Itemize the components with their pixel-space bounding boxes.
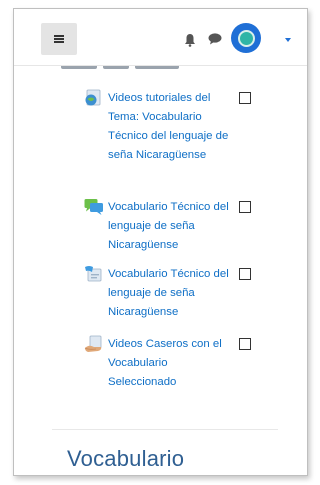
completion-checkbox[interactable] [239, 338, 251, 350]
caret-down-icon[interactable] [285, 38, 291, 42]
activity-link[interactable]: Vocabulario Técnico del lenguaje de seña… [108, 265, 236, 322]
section-title: Vocabulario [67, 446, 185, 471]
section-divider [52, 429, 278, 430]
activity-link[interactable]: Videos Caseros con el Vocabulario Selecc… [108, 335, 236, 392]
chat-bubble-icon[interactable] [208, 33, 222, 45]
completion-checkbox[interactable] [239, 201, 251, 213]
page: Videos tutoriales del Tema: Vocabulario … [0, 0, 320, 485]
bell-icon[interactable] [184, 33, 196, 47]
activity-link[interactable]: Vocabulario Técnico del lenguaje de seña… [108, 198, 236, 255]
user-avatar[interactable] [231, 23, 261, 53]
hamburger-icon[interactable] [41, 23, 77, 55]
forum-icon [84, 199, 103, 215]
top-navbar [14, 9, 307, 66]
cutoff-previous-text [61, 66, 191, 70]
completion-checkbox[interactable] [239, 268, 251, 280]
activity-link[interactable]: Videos tutoriales del Tema: Vocabulario … [108, 89, 236, 165]
assignment-icon [84, 335, 102, 352]
avatar-image [237, 29, 255, 47]
course-page-frame: Videos tutoriales del Tema: Vocabulario … [13, 8, 308, 476]
chat-activity-icon [85, 266, 102, 282]
completion-checkbox[interactable] [239, 92, 251, 104]
video-file-icon [85, 89, 101, 106]
